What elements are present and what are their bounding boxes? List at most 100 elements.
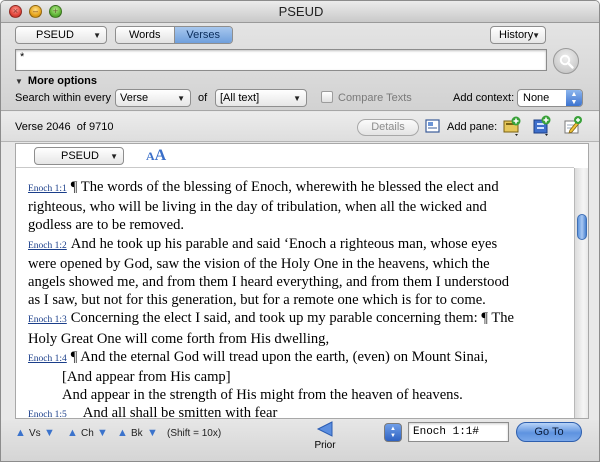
book-down-icon[interactable]: ▼ [147,427,158,439]
info-bar: Verse 2046 of 9710 Details Add pane: [1,112,599,142]
title-bar: PSEUD × – + [1,1,599,23]
minimize-button[interactable]: – [29,5,42,18]
reference-stepper[interactable]: ▲ ▼ [384,423,402,442]
book-nav-label: Bk [131,428,143,439]
updown-arrows-icon: ▲ ▼ [566,90,582,106]
more-options-disclosure[interactable]: ▼ More options [15,75,97,87]
verse-line: And appear in the strength of His might … [28,386,568,404]
verse-line-text: ¶ The words of the blessing of Enoch, wh… [70,179,499,195]
chevron-down-icon: ▼ [293,94,301,103]
verse-nav-label: Vs [29,428,41,439]
chapter-up-icon[interactable]: ▲ [67,427,78,439]
verse-line-text: And all shall be smitten with fear [82,405,278,419]
details-button[interactable]: Details [357,119,419,136]
verse-line-text: godless are to be removed. [28,217,185,234]
scope-label: [All text] [220,92,260,104]
add-context-label: Add context: [453,92,515,104]
add-reference-pane-icon[interactable] [501,115,523,137]
verse-line-text: And appear in the strength of His might … [62,387,463,404]
verse-line: [And appear from His camp] [28,368,568,386]
verse-line: angels showed me, and from them I heard … [28,273,568,291]
verse-line: Enoch 1:5 And all shall be smitten with f… [28,404,568,419]
verse-line: Enoch 1:1 ¶ The words of the blessing of … [28,178,568,198]
zoom-icon: + [52,6,59,16]
verse-line-text: righteous, who will be living in the day… [28,199,487,216]
add-context-value: None [523,92,550,104]
back-arrow-icon [316,421,333,437]
verse-reference-link[interactable]: Enoch 1:4 [28,354,67,364]
verse-line: righteous, who will be living in the day… [28,198,568,216]
font-larger-icon[interactable]: A [155,147,167,164]
history-popup[interactable]: History ▼ [490,26,546,44]
more-options-label: More options [27,75,97,87]
verse-line-text: [And appear from His camp] [62,369,231,386]
chevron-down-icon: ▼ [93,31,101,40]
of-label: of [198,92,208,104]
go-to-button[interactable]: Go To [516,422,582,442]
text-scrollbar[interactable] [574,168,588,418]
mode-verses-button[interactable]: Verses [174,27,232,43]
search-input[interactable]: * [15,49,547,71]
verse-reference-link[interactable]: Enoch 1:2 [28,241,67,251]
compare-texts-checkbox[interactable] [321,91,333,103]
module-popup[interactable]: PSEUD ▼ [15,26,107,44]
search-mode-control: Words Verses [115,26,233,44]
minimize-icon: – [32,6,38,16]
chevron-down-icon: ▼ [177,94,185,103]
navigation-bar: ▲ Vs ▼ ▲ Ch ▼ ▲ Bk ▼ (Shift = 10x) Prior… [1,420,599,461]
verse-line: Enoch 1:4 ¶ And the eternal God will trea… [28,348,568,368]
search-unit-label: Verse [120,92,149,104]
disclosure-triangle-icon: ▼ [15,77,23,86]
font-size-control[interactable]: AA [146,147,166,165]
verse-line-text: Concerning the elect I said, and took up… [70,310,515,327]
add-book-pane-icon[interactable] [531,115,553,137]
zoom-button[interactable]: + [49,5,62,18]
add-pane-label: Add pane: [447,121,498,133]
prior-label: Prior [314,440,336,451]
prior-button[interactable]: Prior [305,420,345,460]
history-popup-label: History [499,29,534,41]
verse-line: Enoch 1:3 Concerning the elect I said, an… [28,309,568,329]
verse-reference-link[interactable]: Enoch 1:5 [28,410,67,418]
scope-popup[interactable]: [All text] ▼ [215,89,307,107]
shift-note: (Shift = 10x) [167,428,222,439]
verse-reference-link[interactable]: Enoch 1:1 [28,184,67,194]
verse-number-label: Verse 2046 [15,121,71,133]
chevron-down-icon: ▼ [532,31,540,40]
compare-texts-label: Compare Texts [338,92,412,104]
close-icon: × [12,6,19,16]
chevron-down-icon: ▼ [110,152,118,161]
sidebar-toggle-icon[interactable] [425,118,441,134]
add-context-popup[interactable]: None ▲ ▼ [517,89,583,107]
add-notes-pane-icon[interactable] [562,115,584,137]
mode-words-button[interactable]: Words [116,27,175,43]
pane-module-popup[interactable]: PSEUD ▼ [34,147,124,165]
verse-line: as I saw, but not for this generation, b… [28,291,568,309]
magnifier-icon [559,54,574,69]
search-button[interactable] [553,48,579,74]
main-window: PSEUD × – + PSEUD ▼ Words Verses History… [0,0,600,462]
verse-line: were opened by God, saw the vision of th… [28,255,568,273]
verse-line: Enoch 1:2 And he took up his parable and … [28,235,568,255]
book-up-icon[interactable]: ▲ [117,427,128,439]
verse-down-icon[interactable]: ▼ [44,427,55,439]
scrollbar-thumb[interactable] [577,214,587,241]
updown-arrows-icon: ▲ ▼ [390,426,396,439]
verse-up-icon[interactable]: ▲ [15,427,26,439]
verse-line-text: angels showed me, and from them I heard … [28,274,510,291]
verse-line-text: were opened by God, saw the vision of th… [28,255,490,272]
search-unit-popup[interactable]: Verse ▼ [115,89,191,107]
reference-input[interactable]: Enoch 1:1# [408,422,509,442]
font-smaller-icon[interactable]: A [146,149,155,163]
close-button[interactable]: × [9,5,22,18]
verse-reference-link[interactable]: Enoch 1:3 [28,315,67,325]
verse-line-text: And he took up his parable and said ‘Eno… [70,235,498,252]
text-pane-header: PSEUD ▼ AA [16,144,574,168]
verse-line-text: ¶ And the eternal God will tread upon th… [70,348,488,365]
verse-text: Enoch 1:1 ¶ The words of the blessing of … [28,178,568,419]
verse-line-text: as I saw, but not for this generation, b… [28,292,486,309]
chapter-nav-label: Ch [81,428,94,439]
text-pane: PSEUD ▼ AA Enoch 1:1 ¶ The words of the b… [15,143,589,419]
chapter-down-icon[interactable]: ▼ [97,427,108,439]
verse-line: godless are to be removed. [28,216,568,234]
